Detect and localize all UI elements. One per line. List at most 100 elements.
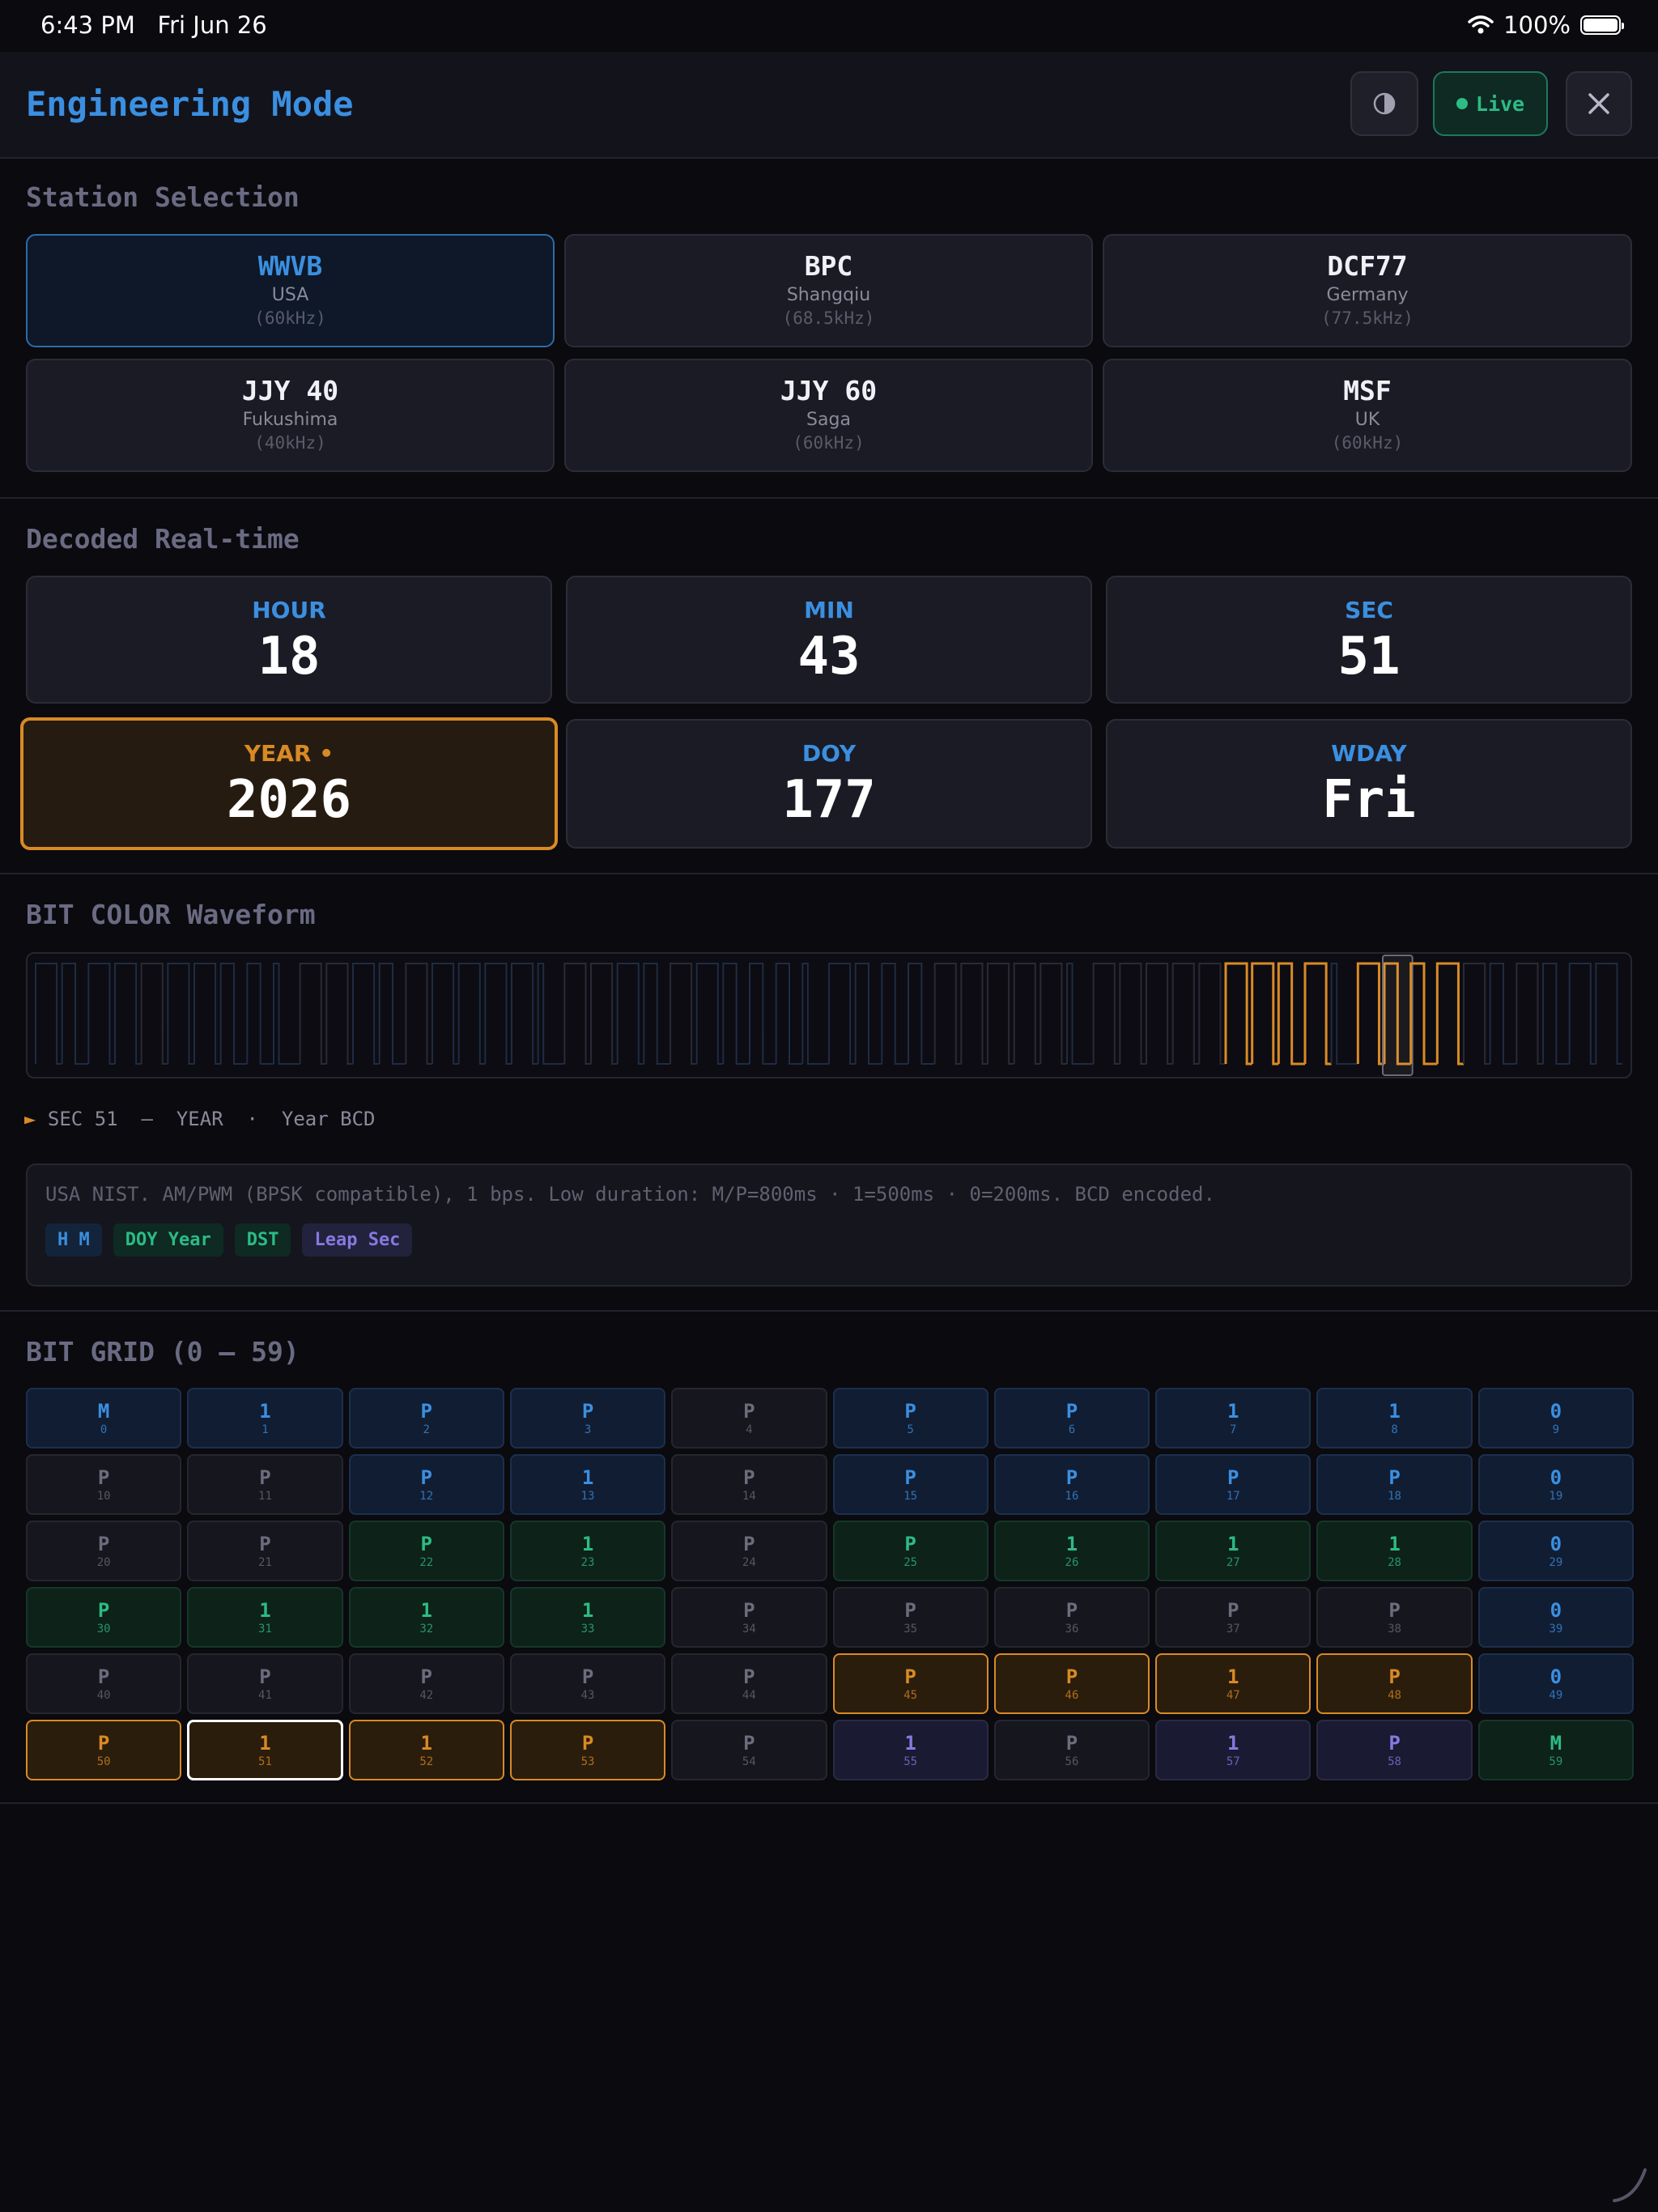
time-card-min: MIN 43	[566, 576, 1092, 704]
bit-cell[interactable]: 1 27	[1155, 1521, 1312, 1581]
station-name: WWVB	[257, 250, 323, 282]
bit-cell[interactable]: 11	[187, 1388, 343, 1448]
bit-cell[interactable]: P 30	[26, 1587, 182, 1648]
waveform-pulse	[722, 963, 750, 1065]
bit-cell[interactable]: P 18	[1316, 1454, 1473, 1515]
bit-cell[interactable]: 17	[1155, 1388, 1312, 1448]
station-card-bpc[interactable]: BPC Shangqiu (68.5kHz)	[564, 234, 1093, 347]
bit-index: 57	[1226, 1755, 1240, 1768]
bit-cell[interactable]: P 22	[348, 1521, 504, 1581]
waveform-pulse	[1489, 963, 1517, 1065]
bit-cell[interactable]: P5	[832, 1388, 988, 1448]
bit-value: P	[581, 1731, 594, 1755]
bit-cell[interactable]: P 41	[187, 1653, 343, 1714]
bit-cell[interactable]: P 25	[832, 1521, 988, 1581]
close-button[interactable]	[1566, 71, 1632, 136]
bit-cell[interactable]: P 40	[26, 1653, 182, 1714]
bit-cell[interactable]: P 56	[993, 1720, 1150, 1780]
bit-cell[interactable]: 1 32	[348, 1587, 504, 1648]
bit-cell[interactable]: 1 33	[509, 1587, 666, 1648]
bit-cell[interactable]: 09	[1477, 1388, 1634, 1448]
bit-cell[interactable]: 1 47	[1155, 1653, 1312, 1714]
bit-cell[interactable]: P 16	[993, 1454, 1150, 1515]
bit-cell[interactable]: 1 26	[993, 1521, 1150, 1581]
page-title: Engineering Mode	[26, 84, 354, 124]
waveform-pulse	[1542, 963, 1570, 1065]
waveform-pulse	[457, 963, 486, 1065]
bit-cell[interactable]: P3	[509, 1388, 666, 1448]
station-card-dcf77[interactable]: DCF77 Germany (77.5kHz)	[1103, 234, 1632, 347]
bit-cell[interactable]: P 12	[348, 1454, 504, 1515]
bit-cell[interactable]: P4	[671, 1388, 827, 1448]
bit-cell[interactable]: P 53	[509, 1720, 666, 1780]
bit-cell[interactable]: P 15	[832, 1454, 988, 1515]
bit-value: P	[97, 1532, 110, 1555]
waveform-pulse	[1516, 963, 1543, 1065]
bit-cell[interactable]: P 34	[671, 1587, 827, 1648]
station-location: Germany	[1326, 285, 1409, 305]
bit-cell[interactable]: 1 28	[1316, 1521, 1473, 1581]
bit-cell[interactable]: P 11	[187, 1454, 343, 1515]
tag-hm: H M	[45, 1223, 102, 1257]
bit-cell[interactable]: 1 13	[509, 1454, 666, 1515]
bit-cell[interactable]: 1 51	[187, 1720, 343, 1780]
bit-cell[interactable]: 18	[1316, 1388, 1473, 1448]
bit-cell[interactable]: P 45	[832, 1653, 988, 1714]
bit-value: M	[1550, 1731, 1562, 1755]
bit-cell[interactable]: 1 55	[832, 1720, 988, 1780]
bit-cell[interactable]: P 43	[509, 1653, 666, 1714]
bit-cell[interactable]: P 36	[993, 1587, 1150, 1648]
station-card-msf[interactable]: MSF UK (60kHz)	[1103, 359, 1632, 472]
bit-cell[interactable]: 1 23	[509, 1521, 666, 1581]
bit-cell[interactable]: 1 31	[187, 1587, 343, 1648]
bit-cell[interactable]: 1 57	[1155, 1720, 1312, 1780]
waveform-pulse	[378, 963, 406, 1065]
bit-grid: M 0 1 1 P 2 P 3 P 4 P 5 P 6 1 7 1 8 0 9 P 10 P 11 P 12 1 13 P 14 P 15 P 1…	[26, 1388, 1634, 1780]
bit-cell[interactable]: 0 29	[1477, 1521, 1634, 1581]
bit-cell[interactable]: P 35	[832, 1587, 988, 1648]
bit-cell[interactable]: P 38	[1316, 1587, 1473, 1648]
bit-cell[interactable]: M0	[26, 1388, 182, 1448]
bit-value: P	[1065, 1665, 1078, 1688]
waveform-pulse	[1119, 963, 1146, 1065]
bit-cell[interactable]: P 44	[671, 1653, 827, 1714]
bit-cell[interactable]: 0 39	[1477, 1587, 1634, 1648]
bit-cell[interactable]: P2	[348, 1388, 504, 1448]
bit-index: 33	[580, 1622, 595, 1636]
bit-cell[interactable]: 0 19	[1477, 1454, 1634, 1515]
bit-value: 1	[1227, 1399, 1239, 1423]
bit-cell[interactable]: M 59	[1477, 1720, 1634, 1780]
bit-index: 19	[1549, 1489, 1563, 1503]
bit-cell[interactable]: P 17	[1155, 1454, 1312, 1515]
bit-cell[interactable]: P 50	[26, 1720, 182, 1780]
status-bar: 6:43 PM Fri Jun 26 100%	[0, 0, 1658, 52]
theme-toggle-button[interactable]	[1350, 71, 1418, 136]
station-card-jjy40[interactable]: JJY 40 Fukushima (40kHz)	[26, 359, 555, 472]
bit-index: 58	[1388, 1755, 1401, 1768]
bit-cell[interactable]: 1 52	[348, 1720, 504, 1780]
bit-cell[interactable]: P 54	[671, 1720, 827, 1780]
bit-cell[interactable]: P 46	[993, 1653, 1150, 1714]
bit-cell[interactable]: P 42	[348, 1653, 504, 1714]
bit-value: 1	[1065, 1532, 1078, 1555]
bit-cell[interactable]: P 24	[671, 1521, 827, 1581]
bit-index: 30	[96, 1622, 111, 1636]
live-button[interactable]: Live	[1433, 71, 1548, 136]
bit-cell[interactable]: P6	[993, 1388, 1150, 1448]
bit-cell[interactable]: P 21	[187, 1521, 343, 1581]
bit-index: 6	[1068, 1423, 1076, 1436]
station-card-jjy60[interactable]: JJY 60 Saga (60kHz)	[564, 359, 1093, 472]
bit-index: 36	[1065, 1622, 1079, 1636]
bit-cell[interactable]: P 14	[671, 1454, 827, 1515]
bit-cell[interactable]: 0 49	[1477, 1653, 1634, 1714]
bit-cell[interactable]: P 20	[26, 1521, 182, 1581]
bit-cell[interactable]: P 10	[26, 1454, 182, 1515]
bit-cell[interactable]: P 37	[1155, 1587, 1312, 1648]
bit-value: 1	[1388, 1532, 1401, 1555]
station-card-wwvb[interactable]: WWVB USA (60kHz)	[26, 234, 555, 347]
live-label: Live	[1475, 91, 1525, 116]
waveform-pulse	[828, 963, 856, 1065]
bit-cell[interactable]: P 48	[1316, 1653, 1473, 1714]
bit-cell[interactable]: P 58	[1316, 1720, 1473, 1780]
waveform-pulse	[1171, 963, 1200, 1065]
